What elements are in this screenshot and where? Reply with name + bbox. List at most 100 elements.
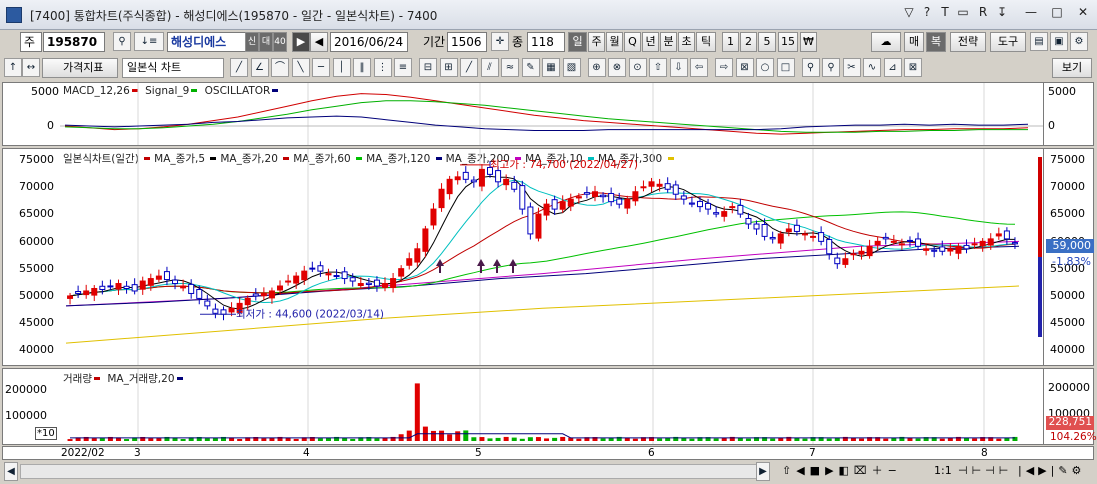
candle-body bbox=[591, 191, 598, 198]
fib-icon[interactable]: ⋮ bbox=[373, 58, 392, 77]
interval-button[interactable]: 5 bbox=[758, 32, 776, 52]
strategy-button[interactable]: 전략 bbox=[950, 32, 986, 52]
play-icon[interactable]: ▶ bbox=[292, 32, 310, 52]
scrollbar-track[interactable] bbox=[20, 464, 770, 479]
volume-bar bbox=[124, 439, 130, 441]
interval-button[interactable]: 분 bbox=[660, 32, 677, 52]
multi-button[interactable]: 복 bbox=[926, 32, 946, 52]
ratio-label[interactable]: 1:1 bbox=[934, 461, 952, 481]
ray-icon[interactable]: ╱ bbox=[460, 58, 478, 77]
channel-icon[interactable]: ‖ bbox=[353, 58, 371, 77]
interval-button[interactable]: 월 bbox=[606, 32, 623, 52]
maximize-icon[interactable]: □ bbox=[1045, 2, 1069, 22]
sine-icon[interactable]: ∿ bbox=[863, 58, 881, 77]
wave-icon[interactable]: ≈ bbox=[501, 58, 519, 77]
interval-button[interactable]: 15 bbox=[778, 32, 798, 52]
settings-icon[interactable]: ⚙ bbox=[1070, 32, 1088, 51]
search-icon[interactable]: ⚲ bbox=[113, 32, 131, 51]
line-icon[interactable]: ╱ bbox=[230, 58, 248, 77]
market-select[interactable]: 주 bbox=[20, 32, 42, 52]
interval-button[interactable]: 2 bbox=[740, 32, 757, 52]
price-tick: 75000 bbox=[1050, 153, 1085, 166]
interval-button[interactable]: 년 bbox=[642, 32, 659, 52]
zoom-out-icon[interactable]: ⚲ bbox=[822, 58, 840, 77]
down-icon[interactable]: ⇩ bbox=[669, 58, 688, 77]
trend-icon[interactable]: ╲ bbox=[291, 58, 310, 77]
scroll-right-icon[interactable]: ▶ bbox=[756, 462, 770, 481]
count-input[interactable]: 118 bbox=[527, 32, 565, 52]
ellipse-icon[interactable]: ○ bbox=[756, 58, 774, 77]
candle-body bbox=[75, 291, 82, 294]
scroll-left-icon[interactable]: ◀ bbox=[4, 462, 18, 481]
right-icon[interactable]: ⇨ bbox=[715, 58, 733, 77]
interval-button[interactable]: Q bbox=[624, 32, 641, 52]
up-icon[interactable]: ⇧ bbox=[649, 58, 667, 77]
stock-name[interactable]: 해성디에스 bbox=[167, 32, 257, 52]
candle-body bbox=[600, 194, 607, 198]
close-icon[interactable]: ✕ bbox=[1071, 2, 1095, 22]
interval-button[interactable]: 틱 bbox=[696, 32, 716, 52]
playback-icons[interactable]: ⇧◀■▶◧⌧＋− bbox=[782, 461, 902, 481]
angle-icon[interactable]: ∠ bbox=[250, 58, 269, 77]
grid-icon[interactable]: ≡ bbox=[394, 58, 412, 77]
interval-button[interactable]: 일 bbox=[568, 32, 587, 52]
pattern-icon[interactable]: ▧ bbox=[562, 58, 581, 77]
trade-button[interactable]: 매 bbox=[904, 32, 924, 52]
zoom-icons[interactable]: ⊣⊢⊣⊢ bbox=[958, 461, 1012, 481]
up-arrow-icon[interactable]: ↑ bbox=[4, 58, 22, 77]
indicator-button[interactable]: 가격지표 bbox=[42, 58, 118, 78]
folder-icon[interactable]: ▤ bbox=[1030, 32, 1048, 51]
candle-body bbox=[777, 233, 784, 244]
pen-icon[interactable]: ✎ bbox=[521, 58, 540, 77]
candle-body bbox=[268, 290, 275, 299]
price-tick: 45000 bbox=[19, 316, 54, 330]
candle-body bbox=[139, 280, 146, 290]
interval-button[interactable]: ₩ bbox=[800, 32, 817, 52]
pin-icon[interactable]: ↧ bbox=[990, 2, 1014, 22]
cut-icon[interactable]: ✂ bbox=[842, 58, 861, 77]
chart-type-select[interactable]: 일본식 차트 bbox=[122, 58, 224, 78]
minimize-icon[interactable]: — bbox=[1019, 2, 1043, 22]
crosshair-icon[interactable]: ✛ bbox=[491, 32, 509, 51]
clear-icon[interactable]: ⊠ bbox=[904, 58, 922, 77]
period-input[interactable]: 1506 bbox=[447, 32, 487, 52]
left-icon[interactable]: ⇦ bbox=[690, 58, 708, 77]
remove-icon[interactable]: ⊗ bbox=[608, 58, 626, 77]
box2-icon[interactable]: ⊞ bbox=[439, 58, 458, 77]
hline-icon[interactable]: ─ bbox=[312, 58, 330, 77]
high-label: 최고가 : 74,700 (2022/04/27) bbox=[490, 159, 638, 171]
candle-body bbox=[882, 236, 889, 240]
parallel-icon[interactable]: ⫽ bbox=[480, 58, 499, 77]
cloud-icon[interactable]: ☁ bbox=[871, 32, 901, 52]
interval-button[interactable]: 주 bbox=[588, 32, 605, 52]
volume-bar bbox=[713, 438, 719, 441]
date-input[interactable]: 2016/06/24 bbox=[330, 32, 408, 52]
fill-icon[interactable]: ▦ bbox=[542, 58, 560, 77]
zoom-in-icon[interactable]: ⚲ bbox=[801, 58, 820, 77]
circle-tool-icon[interactable]: ⊙ bbox=[628, 58, 647, 77]
prev-icon[interactable]: ◀ bbox=[310, 32, 328, 52]
expand-icon[interactable]: ↔ bbox=[22, 58, 40, 77]
interval-button[interactable]: 초 bbox=[678, 32, 695, 52]
candle-body bbox=[535, 213, 542, 239]
stock-code-input[interactable]: 195870 bbox=[43, 32, 105, 52]
box1-icon[interactable]: ⊟ bbox=[419, 58, 437, 77]
triangle-icon[interactable]: ⊿ bbox=[883, 58, 902, 77]
interval-button[interactable]: 1 bbox=[722, 32, 739, 52]
rect-icon[interactable]: □ bbox=[776, 58, 795, 77]
sort-icon[interactable]: ↓≡ bbox=[134, 32, 164, 51]
candle-body bbox=[890, 240, 897, 243]
arc-icon[interactable]: ⌒ bbox=[271, 58, 289, 77]
nav-icons[interactable]: |◀▶|✎⚙ bbox=[1018, 461, 1085, 481]
volume-bar bbox=[447, 434, 453, 441]
price-chart[interactable]: 최고가 : 74,700 (2022/04/27) 최저가 : 44,600 (2… bbox=[60, 149, 1043, 365]
add-icon[interactable]: ⊕ bbox=[587, 58, 606, 77]
view-button[interactable]: 보기 bbox=[1052, 58, 1092, 78]
delete-icon[interactable]: ⊠ bbox=[735, 58, 754, 77]
candle-body bbox=[123, 285, 130, 289]
vline-icon[interactable]: │ bbox=[332, 58, 351, 77]
tools-button[interactable]: 도구 bbox=[990, 32, 1026, 52]
save-icon[interactable]: ▣ bbox=[1050, 32, 1068, 51]
macd-chart[interactable] bbox=[60, 83, 1043, 145]
volume-chart[interactable] bbox=[60, 369, 1043, 444]
